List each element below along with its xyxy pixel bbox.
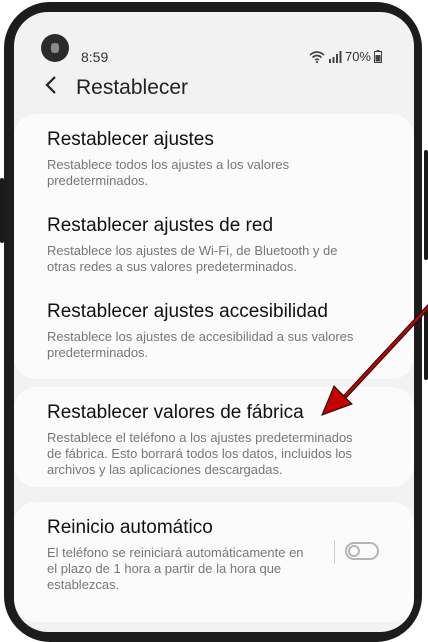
phone-frame: 8:59 70% Restablecer Restablecer ajustes…: [0, 0, 428, 642]
red-arrow-annotation-icon: [321, 303, 428, 416]
